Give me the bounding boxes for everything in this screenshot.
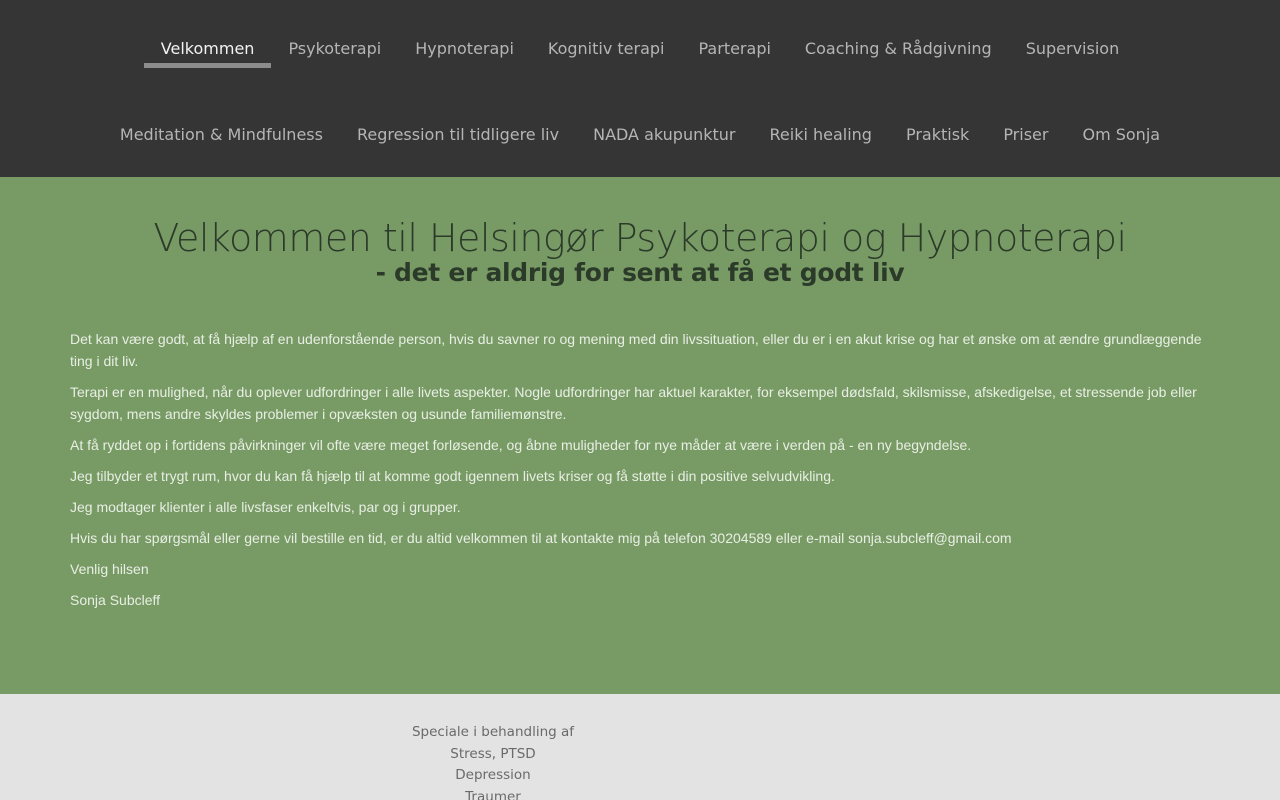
nav-row-secondary: Meditation & Mindfulness Regression til … xyxy=(0,120,1280,154)
nav-item-regression[interactable]: Regression til tidligere liv xyxy=(340,120,576,154)
main-navigation: Velkommen Psykoterapi Hypnoterapi Kognit… xyxy=(0,0,1280,177)
specialty-list: Speciale i behandling af Stress, PTSD De… xyxy=(393,722,593,800)
paragraph: Det kan være godt, at få hjælp af en ude… xyxy=(70,331,1202,369)
nav-row-primary: Velkommen Psykoterapi Hypnoterapi Kognit… xyxy=(0,34,1280,68)
specialty-item: Stress, PTSD xyxy=(450,745,536,762)
nav-item-psykoterapi[interactable]: Psykoterapi xyxy=(271,34,398,68)
nav-item-priser[interactable]: Priser xyxy=(986,120,1065,154)
footer: Speciale i behandling af Stress, PTSD De… xyxy=(0,694,1280,800)
nav-item-supervision[interactable]: Supervision xyxy=(1009,34,1137,68)
nav-item-parterapi[interactable]: Parterapi xyxy=(682,34,788,68)
contact-paragraph: Hvis du har spørgsmål eller gerne vil be… xyxy=(70,530,1012,546)
paragraph: Jeg tilbyder et trygt rum, hvor du kan f… xyxy=(70,468,835,484)
nav-item-coaching-raadgivning[interactable]: Coaching & Rådgivning xyxy=(788,34,1009,68)
nav-item-meditation-mindfulness[interactable]: Meditation & Mindfulness xyxy=(103,120,340,154)
nav-item-om-sonja[interactable]: Om Sonja xyxy=(1065,120,1177,154)
specialty-item: Depression xyxy=(455,767,531,783)
nav-item-hypnoterapi[interactable]: Hypnoterapi xyxy=(398,34,531,68)
specialty-item: Traumer xyxy=(465,788,521,800)
specialty-heading: Speciale i behandling af xyxy=(411,724,575,740)
nav-item-praktisk[interactable]: Praktisk xyxy=(889,120,986,154)
page-subtitle: - det er aldrig for sent at få et godt l… xyxy=(375,258,905,287)
paragraph: At få ryddet op i fortidens påvirkninger… xyxy=(70,437,972,453)
nav-item-nada-akupunktur[interactable]: NADA akupunktur xyxy=(576,120,752,154)
main-content: Velkommen til Helsingør Psykoterapi og H… xyxy=(0,177,1280,694)
nav-item-kognitiv-terapi[interactable]: Kognitiv terapi xyxy=(531,34,682,68)
page-title: Velkommen til Helsingør Psykoterapi og H… xyxy=(153,216,1127,260)
intro-text: Det kan være godt, at få hjælp af en ude… xyxy=(70,328,1210,620)
greeting: Venlig hilsen xyxy=(70,561,149,577)
paragraph: Jeg modtager klienter i alle livsfaser e… xyxy=(70,499,461,515)
signature-name: Sonja Subcleff xyxy=(70,592,161,608)
paragraph: Terapi er en mulighed, når du oplever ud… xyxy=(70,384,1197,422)
nav-item-reiki-healing[interactable]: Reiki healing xyxy=(753,120,889,154)
nav-item-velkommen[interactable]: Velkommen xyxy=(143,34,272,68)
